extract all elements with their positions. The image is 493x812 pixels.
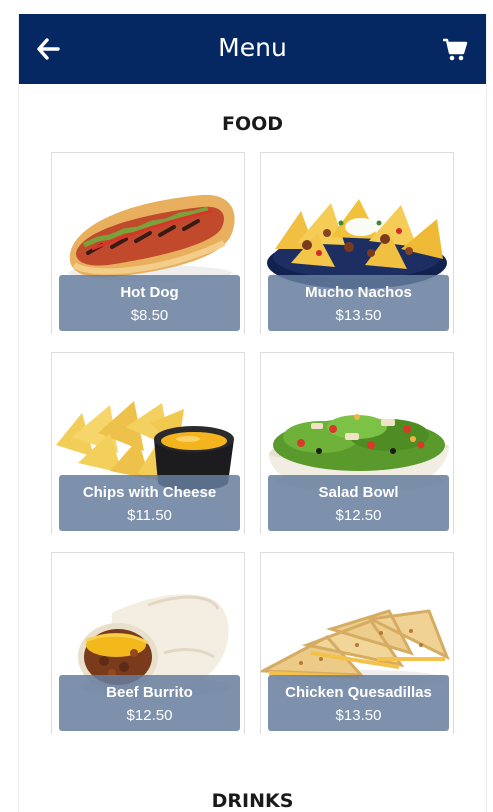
section-title-drinks: DRINKS [211,790,294,812]
menu-item-price: $11.50 [127,507,172,524]
menu-item-name: Beef Burrito [106,684,193,701]
menu-item-label: Mucho Nachos $13.50 [268,275,449,331]
menu-screen: Menu FOOD Hot Dog $8.50 Mucho Nachos $13… [18,14,487,812]
shopping-cart-icon [443,38,468,61]
menu-item-salad-bowl[interactable]: Salad Bowl $12.50 [260,352,454,534]
menu-item-label: Chicken Quesadillas $13.50 [268,675,449,731]
menu-item-price: $13.50 [335,707,382,724]
menu-item-name: Chicken Quesadillas [285,684,432,701]
menu-item-name: Salad Bowl [318,484,399,501]
menu-item-price: $8.50 [130,307,169,324]
menu-item-name: Chips with Cheese [82,484,217,501]
app-header: Menu [19,14,486,84]
menu-item-label: Chips with Cheese $11.50 [59,475,240,531]
menu-item-label: Beef Burrito $12.50 [59,675,240,731]
menu-item-chicken-quesadillas[interactable]: Chicken Quesadillas $13.50 [260,552,454,734]
menu-item-hot-dog[interactable]: Hot Dog $8.50 [51,152,245,334]
menu-item-name: Mucho Nachos [305,284,412,301]
menu-item-mucho-nachos[interactable]: Mucho Nachos $13.50 [260,152,454,334]
page-title: Menu [218,33,287,62]
menu-item-chips-with-cheese[interactable]: Chips with Cheese $11.50 [51,352,245,534]
section-title-food: FOOD [221,113,284,135]
menu-item-price: $12.50 [335,507,382,524]
menu-item-price: $13.50 [335,307,382,324]
menu-item-label: Hot Dog $8.50 [59,275,240,331]
menu-item-name: Hot Dog [120,284,179,301]
menu-item-label: Salad Bowl $12.50 [268,475,449,531]
menu-item-beef-burrito[interactable]: Beef Burrito $12.50 [51,552,245,734]
cart-button[interactable] [442,38,468,62]
menu-item-price: $12.50 [126,707,173,724]
